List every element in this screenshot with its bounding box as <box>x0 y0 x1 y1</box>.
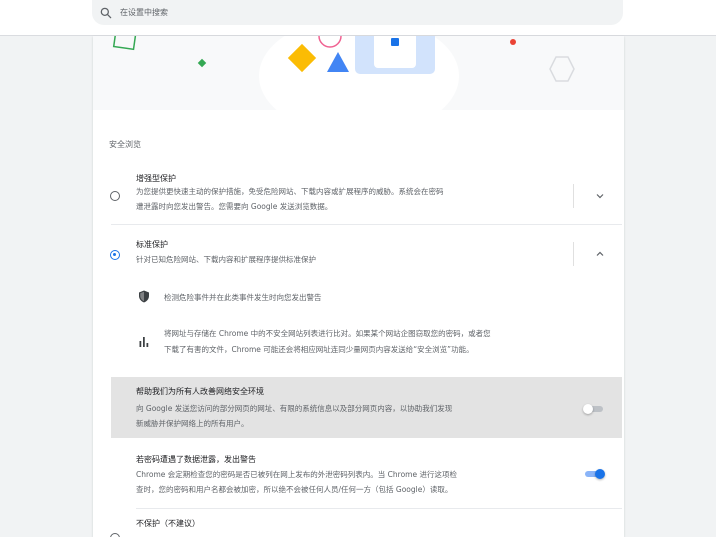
divider <box>136 508 622 509</box>
divider <box>573 184 574 208</box>
search-placeholder: 在设置中搜索 <box>120 8 168 17</box>
divider <box>111 224 622 225</box>
security-illustration <box>112 36 575 110</box>
standard-detail-compare-1: 将网址与存储在 Chrome 中的不安全网站列表进行比对。如果某个网站企图窃取您… <box>164 329 491 338</box>
standard-protection-title: 标准保护 <box>136 240 168 249</box>
enhanced-protection-radio[interactable] <box>110 191 120 201</box>
top-toolbar: 在设置中搜索 <box>0 0 716 36</box>
section-title: 安全浏览 <box>109 140 141 149</box>
shield-icon <box>139 290 149 303</box>
standard-protection-desc: 针对已知危险网站、下载内容和扩展程序提供标准保护 <box>136 255 316 264</box>
help-improve-title: 帮助我们为所有人改善网络安全环境 <box>136 387 264 396</box>
password-leak-desc-2: 查时，您的密码和用户名都会被加密，所以绝不会被任何人员/任何一方（包括 Goog… <box>136 485 453 494</box>
password-leak-title: 若密码遭遇了数据泄露，发出警告 <box>136 455 256 464</box>
safe-browsing-card: 安全浏览 增强型保护 为您提供更快速主动的保护措施，免受危险网站、下载内容或扩展… <box>93 36 624 537</box>
bar-chart-icon <box>139 337 149 347</box>
enhanced-protection-desc-1: 为您提供更快速主动的保护措施，免受危险网站、下载内容或扩展程序的威胁。系统会在密… <box>136 187 444 196</box>
hero-illustration <box>93 36 624 110</box>
password-leak-toggle[interactable] <box>583 468 605 480</box>
toggle-knob <box>583 404 593 414</box>
help-improve-desc-1: 向 Google 发送您访问的部分网页的网址、有限的系统信息以及部分网页内容，以… <box>136 404 453 413</box>
enhanced-protection-desc-2: 遭泄露时向您发出警告。您需要向 Google 发送浏览数据。 <box>136 202 333 211</box>
standard-protection-radio[interactable] <box>110 250 120 260</box>
standard-detail-detect: 检测危险事件并在此类事件发生时向您发出警告 <box>164 293 322 302</box>
toggle-knob <box>595 469 605 479</box>
help-improve-desc-2: 新威胁并保护网络上的所有用户。 <box>136 419 249 428</box>
help-improve-toggle[interactable] <box>583 403 605 415</box>
divider <box>573 242 574 266</box>
search-icon <box>100 7 112 18</box>
chevron-up-icon[interactable] <box>594 248 606 260</box>
password-leak-desc-1: Chrome 会定期检查您的密码是否已被列在网上发布的外泄密码列表内。当 Chr… <box>136 470 457 479</box>
no-protection-title: 不保护（不建议） <box>136 519 200 528</box>
enhanced-protection-title: 增强型保护 <box>136 174 176 183</box>
chevron-down-icon[interactable] <box>594 190 606 202</box>
search-box[interactable]: 在设置中搜索 <box>92 0 623 25</box>
no-protection-radio[interactable] <box>110 533 120 537</box>
standard-detail-compare-2: 下载了有害的文件，Chrome 可能还会将相应网址连同少量网页内容发送给“安全浏… <box>164 345 474 354</box>
